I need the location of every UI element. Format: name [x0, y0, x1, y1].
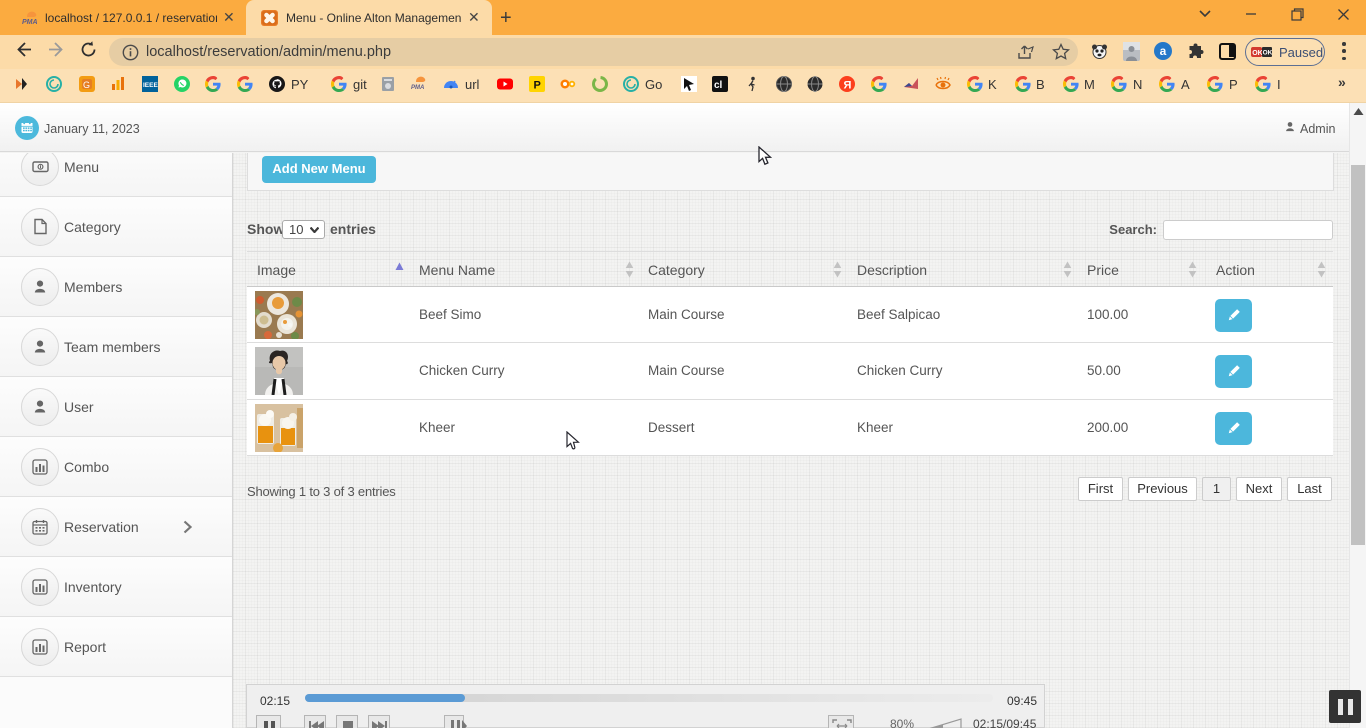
svg-text:Я: Я: [844, 80, 852, 92]
svg-text:PMA: PMA: [22, 19, 38, 25]
svg-text:IEEE: IEEE: [143, 82, 158, 89]
svg-text:PMA: PMA: [411, 85, 424, 91]
svg-text:OK: OK: [1263, 50, 1272, 57]
svg-text:OK: OK: [1252, 50, 1263, 57]
svg-text:cl: cl: [714, 80, 723, 91]
svg-text:G: G: [83, 80, 90, 90]
svg-text:P: P: [534, 80, 541, 92]
